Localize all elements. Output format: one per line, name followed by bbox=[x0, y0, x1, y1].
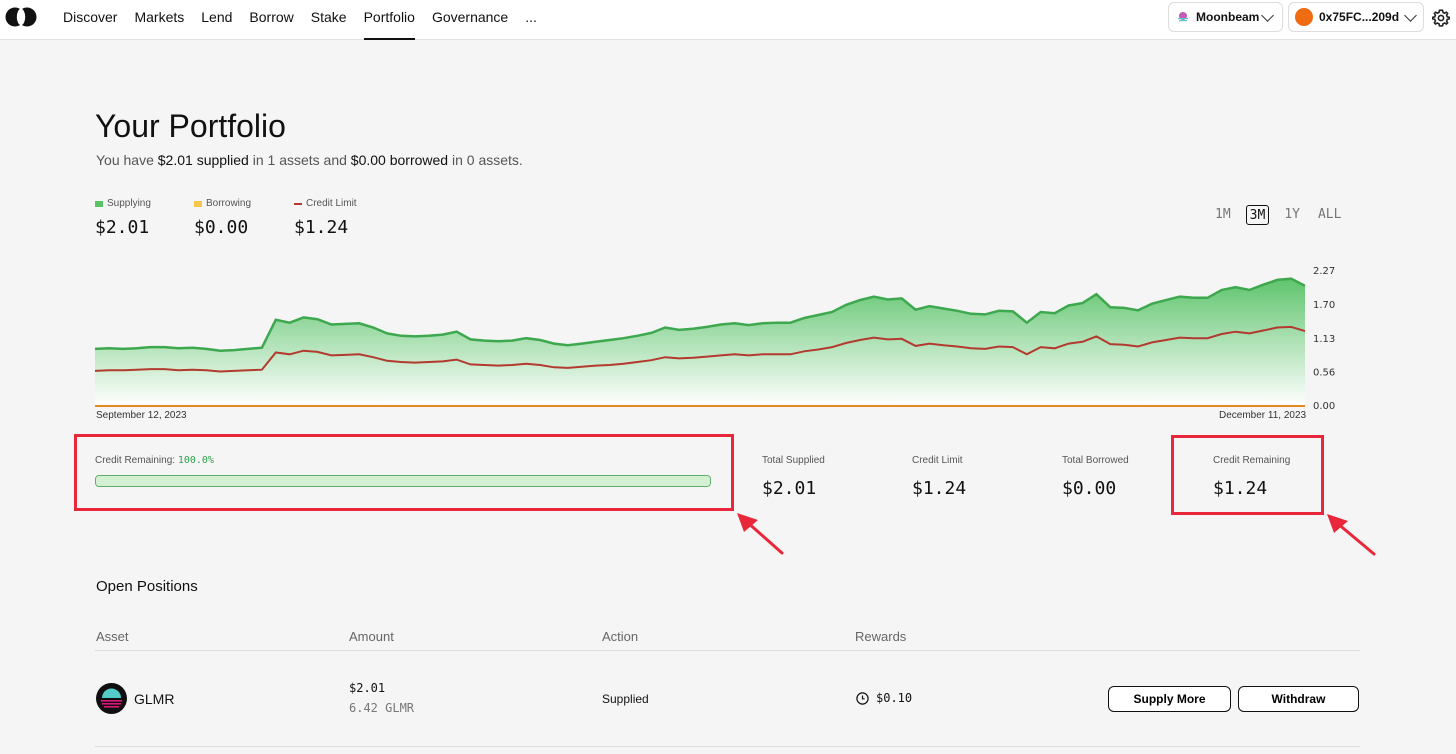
table-header-divider bbox=[95, 650, 1360, 651]
supply-more-button[interactable]: Supply More bbox=[1108, 686, 1231, 712]
asset-name: GLMR bbox=[134, 691, 175, 707]
nav-portfolio[interactable]: Portfolio bbox=[363, 0, 416, 40]
stat-value: $1.24 bbox=[912, 478, 967, 499]
credit-remaining-percent: 100.0% bbox=[177, 455, 214, 466]
annotation-arrow-icon bbox=[737, 513, 784, 555]
chevron-down-icon bbox=[1261, 8, 1274, 22]
summary-supplied: $2.01 supplied bbox=[157, 152, 249, 168]
stat-label: Total Borrowed bbox=[1062, 455, 1129, 466]
time-range-selector: 1M 3M 1Y ALL bbox=[1200, 205, 1344, 225]
legend-borrowing: Borrowing $0.00 bbox=[194, 198, 251, 238]
glmr-token-icon bbox=[96, 683, 127, 714]
network-name: Moonbeam bbox=[1196, 10, 1260, 24]
range-all-button[interactable]: ALL bbox=[1315, 205, 1344, 225]
amount-token: 6.42 GLMR bbox=[349, 701, 415, 715]
wallet-avatar-icon bbox=[1295, 8, 1313, 26]
column-header-rewards: Rewards bbox=[855, 629, 907, 644]
supplying-swatch bbox=[95, 200, 103, 207]
rewards-cell: $0.10 bbox=[856, 691, 912, 705]
chevron-down-icon bbox=[1404, 8, 1417, 22]
credit-remaining-label: Credit Remaining: bbox=[95, 455, 178, 466]
nav-markets[interactable]: Markets bbox=[134, 0, 184, 40]
stat-label: Credit Remaining bbox=[1213, 455, 1291, 466]
moonbeam-network-icon bbox=[1178, 12, 1188, 22]
range-3m-button[interactable]: 3M bbox=[1245, 205, 1270, 225]
clock-icon bbox=[856, 691, 869, 705]
supplying-area bbox=[95, 278, 1305, 406]
range-1m-button[interactable]: 1M bbox=[1212, 205, 1234, 225]
credit-limit-swatch bbox=[294, 202, 302, 205]
credit-remaining-card: Credit Remaining: 100.0% bbox=[95, 455, 711, 487]
chart-end-date: December 11, 2023 bbox=[1219, 410, 1307, 421]
portfolio-summary: You have $2.01 supplied in 1 assets and … bbox=[96, 152, 523, 168]
app-logo-icon[interactable] bbox=[5, 7, 37, 27]
position-action: Supplied bbox=[602, 692, 649, 706]
stat-value: $2.01 bbox=[762, 478, 817, 499]
rewards-value: $0.10 bbox=[876, 691, 913, 705]
nav-lend[interactable]: Lend bbox=[201, 0, 232, 40]
chart-start-date: September 12, 2023 bbox=[96, 410, 187, 421]
amount-usd: $2.01 bbox=[349, 681, 386, 695]
credit-progress-fill bbox=[96, 476, 710, 486]
portfolio-chart: 2.27 1.70 1.13 0.56 0.00 bbox=[95, 266, 1335, 410]
summary-borrowed: $0.00 borrowed bbox=[350, 152, 449, 168]
stat-value: $1.24 bbox=[1213, 478, 1268, 499]
legend-label: Supplying bbox=[107, 198, 151, 209]
network-selector[interactable]: Moonbeam bbox=[1168, 2, 1283, 32]
column-header-amount: Amount bbox=[349, 629, 394, 644]
nav-discover[interactable]: Discover bbox=[63, 0, 117, 40]
wallet-account-button[interactable]: 0x75FC...209d bbox=[1288, 2, 1424, 32]
wallet-address: 0x75FC...209d bbox=[1319, 10, 1400, 24]
legend-label: Credit Limit bbox=[306, 198, 357, 209]
summary-text-1: You have bbox=[96, 152, 158, 168]
legend-credit-limit: Credit Limit $1.24 bbox=[294, 198, 357, 238]
y-tick-label: 0.56 bbox=[1313, 368, 1335, 379]
withdraw-button[interactable]: Withdraw bbox=[1238, 686, 1359, 712]
nav-borrow[interactable]: Borrow bbox=[249, 0, 293, 40]
main-nav: Discover Markets Lend Borrow Stake Portf… bbox=[63, 0, 537, 40]
y-tick-label: 1.13 bbox=[1313, 334, 1335, 345]
y-tick-label: 2.27 bbox=[1313, 266, 1335, 277]
stat-total-supplied: Total Supplied $2.01 bbox=[762, 455, 825, 499]
summary-text-3: in 0 assets. bbox=[448, 152, 523, 168]
legend-value: $2.01 bbox=[95, 217, 150, 238]
column-header-action: Action bbox=[602, 629, 639, 644]
summary-text-2: in 1 assets and bbox=[248, 152, 351, 168]
legend-supplying: Supplying $2.01 bbox=[95, 198, 151, 238]
borrowing-swatch bbox=[194, 200, 202, 207]
y-axis-ticks: 2.27 1.70 1.13 0.56 0.00 bbox=[1313, 266, 1335, 410]
credit-progress-bar bbox=[95, 475, 711, 487]
nav-stake[interactable]: Stake bbox=[311, 0, 347, 40]
legend-value: $0.00 bbox=[194, 217, 249, 238]
stat-credit-limit: Credit Limit $1.24 bbox=[912, 455, 966, 499]
y-tick-label: 1.70 bbox=[1313, 300, 1335, 311]
annotation-arrow-icon bbox=[1327, 514, 1376, 556]
stat-total-borrowed: Total Borrowed $0.00 bbox=[1062, 455, 1129, 499]
nav-governance[interactable]: Governance bbox=[432, 0, 508, 40]
open-positions-title: Open Positions bbox=[96, 578, 198, 595]
gear-icon[interactable] bbox=[1431, 8, 1451, 28]
stat-label: Credit Limit bbox=[912, 455, 963, 466]
stat-label: Total Supplied bbox=[762, 455, 825, 466]
table-row-divider bbox=[95, 746, 1360, 747]
stat-value: $0.00 bbox=[1062, 478, 1117, 499]
range-1y-button[interactable]: 1Y bbox=[1281, 205, 1303, 225]
nav-more-menu[interactable]: ... bbox=[525, 0, 537, 40]
legend-label: Borrowing bbox=[206, 198, 252, 209]
top-nav-bar: Discover Markets Lend Borrow Stake Portf… bbox=[0, 0, 1456, 40]
stat-credit-remaining: Credit Remaining $1.24 bbox=[1213, 455, 1290, 499]
page-title: Your Portfolio bbox=[95, 108, 286, 144]
y-tick-label: 0.00 bbox=[1313, 401, 1335, 410]
column-header-asset: Asset bbox=[96, 629, 129, 644]
legend-value: $1.24 bbox=[294, 217, 349, 238]
